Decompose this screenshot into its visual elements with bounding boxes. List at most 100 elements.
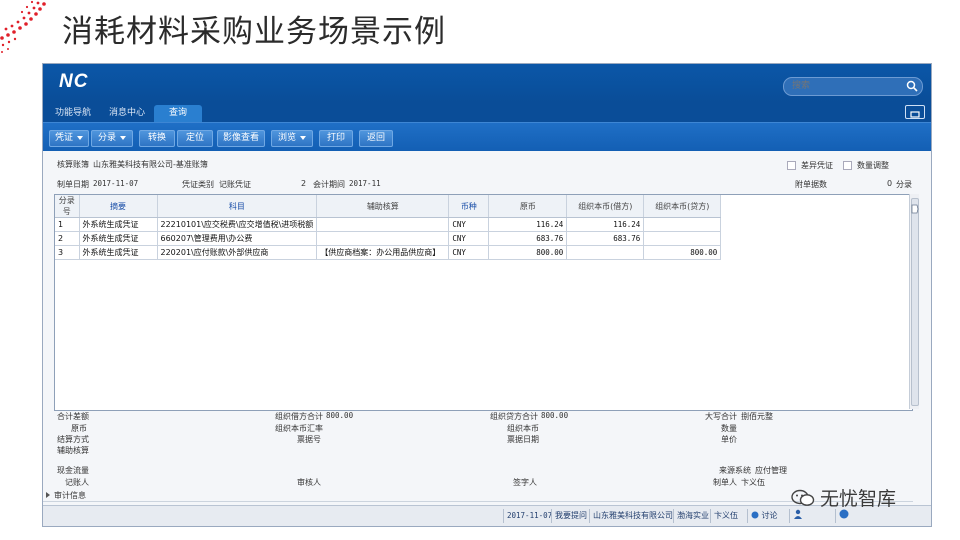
unit-price-label: 单价 <box>721 435 737 444</box>
scrollbar-thumb[interactable] <box>911 198 919 406</box>
date-label: 制单日期 <box>57 180 89 189</box>
cell-aux[interactable]: 【供应商档案：办公用品供应商】 <box>316 245 450 260</box>
search-input[interactable] <box>792 79 902 93</box>
cell-original[interactable]: 683.76 <box>488 231 568 246</box>
browse-menu-button[interactable]: 浏览 <box>271 130 313 147</box>
cell-entry-no[interactable]: 3 <box>55 245 80 260</box>
search-icon[interactable] <box>906 80 918 92</box>
col-header-original[interactable]: 原币 <box>488 195 568 218</box>
status-date: 2017-11-07 <box>503 509 555 523</box>
table-row[interactable]: 2 外系统生成凭证 660207\管理费用\办公费 CNY 683.76 683… <box>55 231 722 246</box>
col-header-entry-no[interactable]: 分录号 <box>55 195 80 218</box>
chevron-right-icon[interactable] <box>45 491 51 499</box>
cell-original[interactable]: 800.00 <box>488 245 568 260</box>
bill-no-label: 票据号 <box>297 435 321 444</box>
attachments-value[interactable]: 0 <box>887 179 892 188</box>
entry-menu-button[interactable]: 分录 <box>91 130 133 147</box>
locate-button[interactable]: 定位 <box>177 130 213 147</box>
cell-local-debit[interactable] <box>566 245 645 260</box>
cell-local-credit[interactable]: 800.00 <box>643 245 722 260</box>
voucher-menu-button[interactable]: 凭证 <box>49 130 89 147</box>
col-header-local-credit[interactable]: 组织本币(贷方) <box>643 195 722 218</box>
window-restore-button[interactable] <box>905 105 925 119</box>
diff-voucher-checkbox[interactable] <box>787 161 796 170</box>
user-menu[interactable] <box>789 509 836 523</box>
debit-total-value: 800.00 <box>326 411 354 420</box>
aux-accounting-label: 辅助核算 <box>57 446 89 455</box>
toolbar: 凭证 分录 转换 定位 影像查看 浏览 打印 返回 <box>43 122 931 151</box>
tab-function-nav[interactable]: 功能导航 <box>51 105 95 122</box>
debit-total-label: 组织借方合计 <box>275 412 323 421</box>
cell-account[interactable]: 220201\应付账款\外部供应商 <box>157 245 318 260</box>
cell-account[interactable]: 22210101\应交税费\应交增值税\进项税额 <box>157 217 318 232</box>
audit-info-section[interactable]: 审计信息 <box>43 489 913 502</box>
qty-adjust-checkbox[interactable] <box>843 161 852 170</box>
col-header-account[interactable]: 科目 <box>157 195 318 218</box>
convert-button[interactable]: 转换 <box>139 130 175 147</box>
restore-icon <box>910 111 920 118</box>
cell-currency[interactable]: CNY <box>448 231 490 246</box>
col-header-local-debit[interactable]: 组织本币(借方) <box>566 195 645 218</box>
tab-query[interactable]: 查询 <box>154 105 202 122</box>
cell-aux[interactable] <box>316 231 450 246</box>
credit-total-value: 800.00 <box>541 411 569 420</box>
voucher-type-value[interactable]: 记账凭证 <box>219 179 251 190</box>
settlement-method-label: 结算方式 <box>57 435 89 444</box>
col-header-summary[interactable]: 摘要 <box>79 195 158 218</box>
image-view-button[interactable]: 影像查看 <box>217 130 265 147</box>
attachments-label: 附单据数 <box>795 180 827 189</box>
cell-entry-no[interactable]: 2 <box>55 231 80 246</box>
col-header-currency[interactable]: 币种 <box>448 195 490 218</box>
search-box[interactable] <box>783 77 923 96</box>
nav-tab-bar: 功能导航 消息中心 查询 <box>43 102 931 122</box>
decorative-dots <box>0 0 46 53</box>
watermark-text: 无忧智库 <box>820 488 897 510</box>
entry-table: 分录号 摘要 科目 辅助核算 币种 原币 组织本币(借方) 组织本币(贷方) 1… <box>55 195 722 260</box>
quantity-label: 数量 <box>721 424 737 433</box>
cell-aux[interactable] <box>316 217 450 232</box>
slide-title: 消耗材料采购业务场景示例 <box>62 14 446 50</box>
drag-handle-icon[interactable] <box>911 204 919 214</box>
cell-currency[interactable]: CNY <box>448 245 490 260</box>
table-row[interactable]: 3 外系统生成凭证 220201\应付账款\外部供应商 【供应商档案：办公用品供… <box>55 245 722 260</box>
cell-summary[interactable]: 外系统生成凭证 <box>79 217 158 232</box>
date-value[interactable]: 2017-11-07 <box>93 179 138 188</box>
cash-flow-label: 现金流量 <box>57 466 89 475</box>
vertical-scrollbar[interactable] <box>909 194 919 409</box>
table-header-row: 分录号 摘要 科目 辅助核算 币种 原币 组织本币(借方) 组织本币(贷方) <box>55 195 722 218</box>
status-company[interactable]: 山东雅美科技有限公司 <box>589 509 676 523</box>
status-user[interactable]: 卞义伍 <box>710 509 741 523</box>
original-currency-label: 原币 <box>71 424 87 433</box>
audit-info-label: 审计信息 <box>54 491 86 500</box>
back-button[interactable]: 返回 <box>359 130 393 147</box>
top-bar: NC <box>43 64 931 102</box>
cell-entry-no[interactable]: 1 <box>55 217 80 232</box>
exchange-rate-label: 组织本币汇率 <box>275 424 323 433</box>
discuss-button[interactable]: 讨论 <box>747 509 781 523</box>
account-book-label: 核算账簿 <box>57 160 89 169</box>
status-group[interactable]: 渤海实业 <box>673 509 712 523</box>
print-button[interactable]: 打印 <box>319 130 353 147</box>
local-currency-label: 组织本币 <box>507 424 539 433</box>
capital-total-label: 大写合计 <box>705 412 737 421</box>
cell-original[interactable]: 116.24 <box>488 217 568 232</box>
help-menu[interactable] <box>835 509 882 523</box>
cell-local-debit[interactable]: 116.24 <box>566 217 645 232</box>
voucher-number[interactable]: 2 <box>301 179 306 188</box>
cell-summary[interactable]: 外系统生成凭证 <box>79 245 158 260</box>
cell-currency[interactable]: CNY <box>448 217 490 232</box>
entry-unit-label: 分录 <box>896 180 912 189</box>
feedback-link[interactable]: 我要提问 <box>551 509 590 523</box>
col-header-aux[interactable]: 辅助核算 <box>316 195 450 218</box>
table-row[interactable]: 1 外系统生成凭证 22210101\应交税费\应交增值税\进项税额 CNY 1… <box>55 217 722 232</box>
cell-account[interactable]: 660207\管理费用\办公费 <box>157 231 318 246</box>
period-value[interactable]: 2017-11 <box>349 179 381 188</box>
tab-message-center[interactable]: 消息中心 <box>105 105 149 122</box>
nc-logo: NC <box>59 71 89 92</box>
nc-app-window: NC 功能导航 消息中心 查询 凭证 分录 转换 定位 影像查看 浏览 打印 返… <box>42 63 932 527</box>
cell-local-debit[interactable]: 683.76 <box>566 231 645 246</box>
voucher-entry-table: 分录号 摘要 科目 辅助核算 币种 原币 组织本币(借方) 组织本币(贷方) 1… <box>54 194 913 411</box>
cell-summary[interactable]: 外系统生成凭证 <box>79 231 158 246</box>
cell-local-credit[interactable] <box>643 231 722 246</box>
cell-local-credit[interactable] <box>643 217 722 232</box>
